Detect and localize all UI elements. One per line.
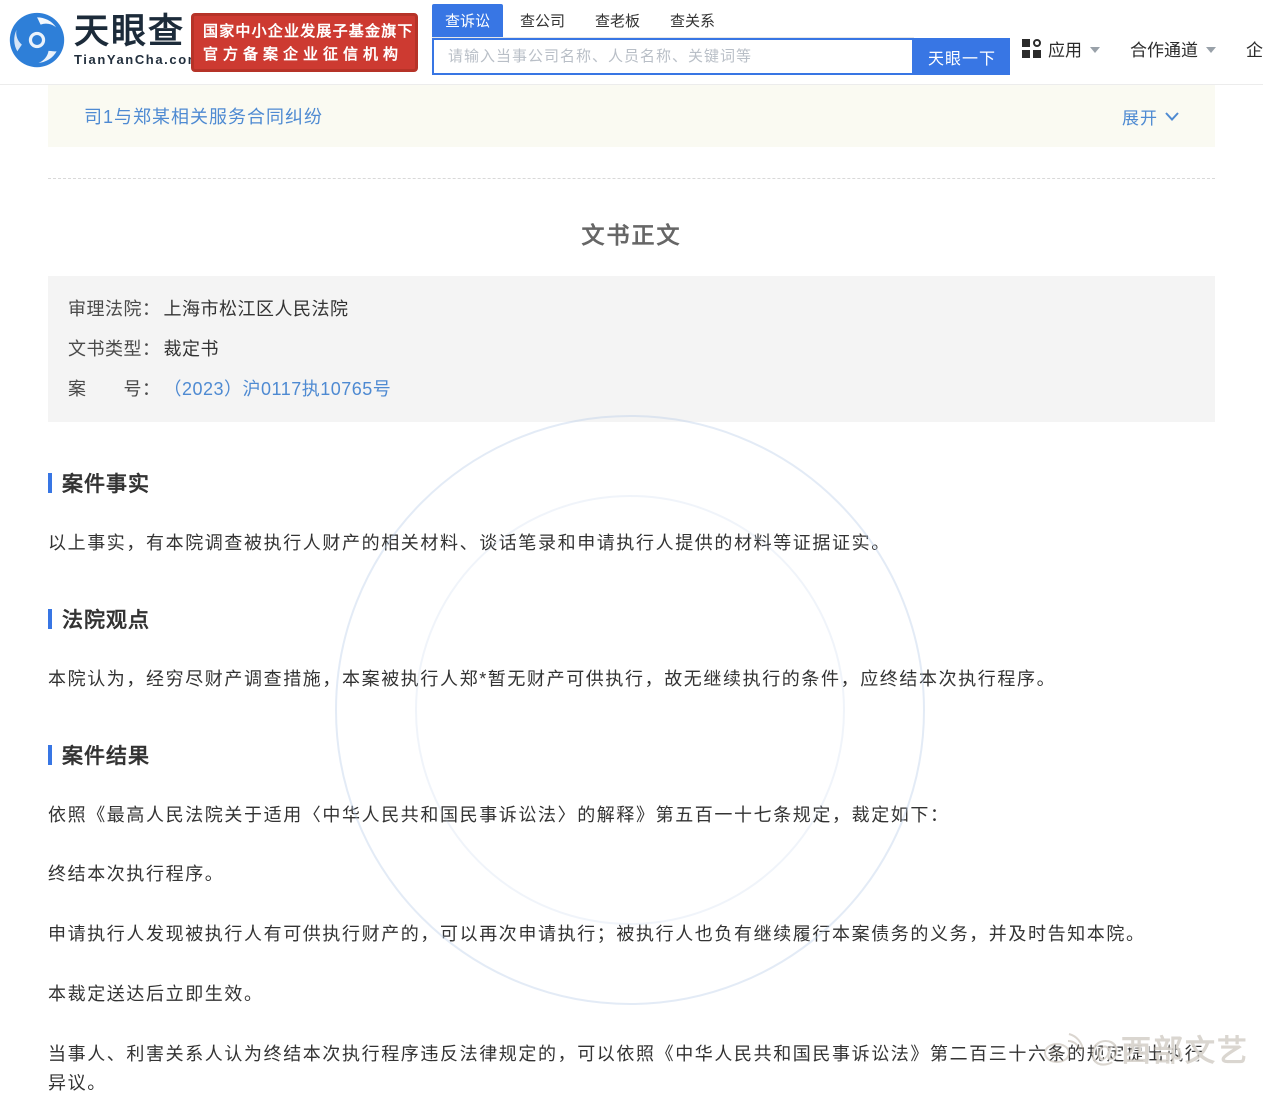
paragraph: 终结本次执行程序。 [48,864,225,885]
meta-label-doctype: 文书类型： [68,339,161,359]
chevron-down-icon [1165,111,1179,121]
header-nav: 应用 合作通道 企业 [1022,36,1263,61]
badge-line2: 官方备案企业征信机构 [203,45,404,63]
case-title-link[interactable]: 司1与郑某相关服务合同纠纷 [84,103,323,129]
nav-item-enterprise[interactable]: 企业 [1246,36,1263,61]
section-title: 案件结果 [62,744,150,768]
nav-enterprise-label: 企业 [1246,41,1263,60]
section-title: 案件事实 [62,473,150,496]
section-title: 法院观点 [62,608,150,632]
nav-cooperation-label: 合作通道 [1130,41,1198,60]
section-accent-bar [48,473,52,493]
meta-label-court: 审理法院： [68,299,161,319]
paragraph: 以上事实，有本院调查被执行人财产的相关材料、谈话笔录和申请执行人提供的材料等证据… [48,533,891,553]
document-title: 文书正文 [581,222,682,248]
paragraph: 当事人、利害关系人认为终结本次执行程序违反法律规定的，可以依照《中华人民共和国民… [48,1043,1205,1093]
meta-label-case-number: 案 号： [68,379,161,399]
meta-row-court: 审理法院： 上海市松江区人民法院 [68,289,1195,329]
search-button[interactable]: 天眼一下 [914,38,1010,75]
meta-value-court: 上海市松江区人民法院 [163,299,349,319]
paragraph: 依照《最高人民法院关于适用〈中华人民共和国民事诉讼法〉的解释》第五百一十七条规定… [48,804,950,825]
logo-domain: TianYanCha.com [74,52,201,67]
search-tabs: 查诉讼 查公司 查老板 查关系 [432,4,914,38]
case-number-link[interactable]: （2023）沪0117执10765号 [164,369,392,409]
meta-row-case-number: 案 号： （2023）沪0117执10765号 [68,369,1195,409]
section-accent-bar [48,608,52,629]
tianyancha-logo-icon [9,12,65,68]
apps-grid-icon [1022,39,1041,58]
expand-label: 展开 [1122,108,1158,128]
meta-row-doctype: 文书类型： 裁定书 [68,329,1195,369]
case-bar: 司1与郑某相关服务合同纠纷 展开 [48,85,1215,147]
badge-line1: 国家中小企业发展子基金旗下 [203,22,414,40]
tab-boss[interactable]: 查老板 [582,4,653,37]
header: 天眼查 TianYanCha.com 国家中小企业发展子基金旗下 官方备案企业征… [0,0,1263,85]
expand-button[interactable]: 展开 [1122,104,1179,129]
section-case-result: 案件结果 依照《最高人民法院关于适用〈中华人民共和国民事诉讼法〉的解释》第五百一… [48,740,1215,1097]
section-case-facts: 案件事实 以上事实，有本院调查被执行人财产的相关材料、谈话笔录和申请执行人提供的… [48,468,1215,558]
document-meta-box: 审理法院： 上海市松江区人民法院 文书类型： 裁定书 案 号： （2023）沪0… [48,276,1215,422]
tab-relation[interactable]: 查关系 [657,4,728,37]
paragraph: 申请执行人发现被执行人有可供执行财产的，可以再次申请执行；被执行人也负有继续履行… [48,924,1146,945]
section-court-opinion: 法院观点 本院认为，经穷尽财产调查措施，本案被执行人郑*暂无财产可供执行，故无继… [48,604,1215,694]
tab-lawsuit[interactable]: 查诉讼 [432,4,504,37]
meta-value-doctype: 裁定书 [163,339,219,359]
section-accent-bar [48,744,52,765]
paragraph: 本裁定送达后立即生效。 [48,983,264,1004]
nav-apps-label: 应用 [1048,41,1082,60]
tianyancha-logo[interactable]: 天眼查 TianYanCha.com [8,11,201,69]
tab-company[interactable]: 查公司 [507,4,578,37]
chevron-down-icon [1206,47,1216,53]
chevron-down-icon [1090,47,1100,53]
logo-name: 天眼查 [74,12,186,51]
nav-item-cooperation[interactable]: 合作通道 [1130,36,1216,61]
search-area: 查诉讼 查公司 查老板 查关系 天眼一下 [432,4,1010,75]
search-input[interactable] [432,38,914,75]
dashed-divider [48,178,1215,179]
certification-badge: 国家中小企业发展子基金旗下 官方备案企业征信机构 [191,13,418,72]
paragraph: 本院认为，经穷尽财产调查措施，本案被执行人郑*暂无财产可供执行，故无继续执行的条… [48,668,1057,689]
nav-item-apps[interactable]: 应用 [1022,36,1100,61]
